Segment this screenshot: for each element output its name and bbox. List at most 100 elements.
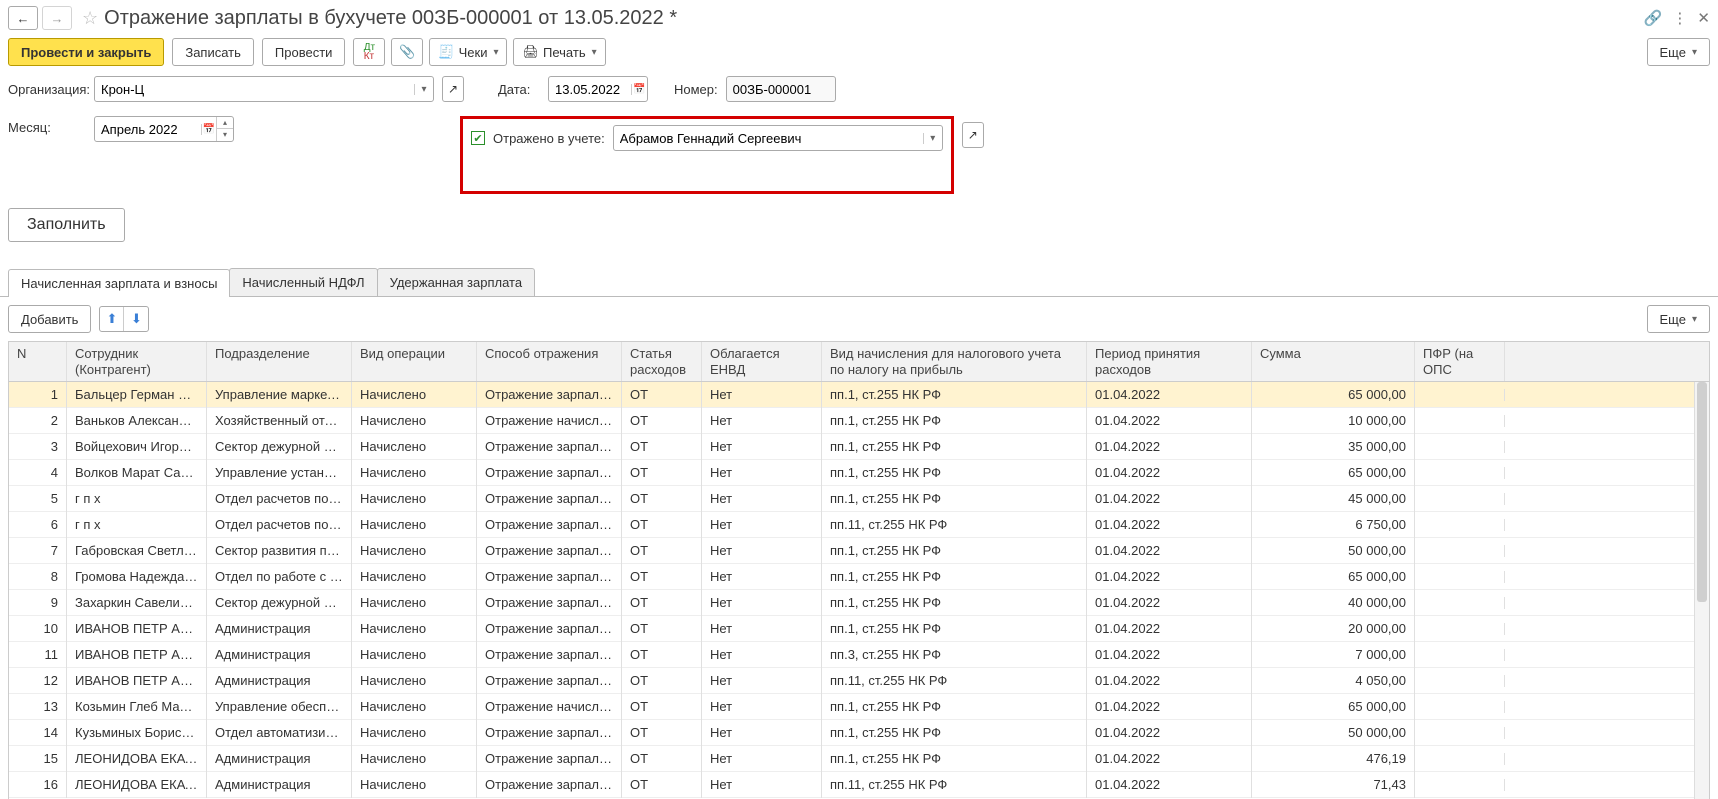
fill-button[interactable]: Заполнить <box>8 208 125 242</box>
vertical-scrollbar[interactable] <box>1694 382 1709 799</box>
cell-tax: пп.1, ст.255 НК РФ <box>822 615 1087 642</box>
table-row[interactable]: 16ЛЕОНИДОВА ЕКАТЕ...АдминистрацияНачисле… <box>9 772 1694 798</box>
table-row[interactable]: 15ЛЕОНИДОВА ЕКАТЕ...АдминистрацияНачисле… <box>9 746 1694 772</box>
calendar-icon[interactable]: 📅 <box>631 84 647 95</box>
col-period[interactable]: Период принятия расходов <box>1087 342 1252 381</box>
date-field[interactable]: 📅 <box>548 76 648 102</box>
cell-tax: пп.1, ст.255 НК РФ <box>822 433 1087 460</box>
cell-sum: 65 000,00 <box>1252 459 1415 486</box>
tab-accrued-ndfl[interactable]: Начисленный НДФЛ <box>229 268 377 296</box>
cell-op: Начислено <box>352 459 477 486</box>
table-row[interactable]: 12ИВАНОВ ПЕТР АНД...АдминистрацияНачисле… <box>9 668 1694 694</box>
chevron-down-icon[interactable]: ▾ <box>923 133 942 144</box>
write-button[interactable]: Записать <box>172 38 254 66</box>
cell-exp: ОТ <box>622 511 702 538</box>
cell-ref: Отражение зарпалты... <box>477 641 622 668</box>
org-input[interactable] <box>95 77 414 101</box>
post-and-close-button[interactable]: Провести и закрыть <box>8 38 164 66</box>
cell-emp: ЛЕОНИДОВА ЕКАТЕ... <box>67 771 207 798</box>
favorite-star-icon[interactable]: ☆ <box>82 8 98 29</box>
table-row[interactable]: 13Козьмин Глеб Матве...Управление обеспе… <box>9 694 1694 720</box>
cell-n: 8 <box>9 563 67 590</box>
cell-op: Начислено <box>352 485 477 512</box>
col-employee[interactable]: Сотрудник (Контрагент) <box>67 342 207 381</box>
table-row[interactable]: 3Войцехович Игорь Б...Сектор дежурной сл… <box>9 434 1694 460</box>
cell-tax: пп.1, ст.255 НК РФ <box>822 485 1087 512</box>
table-row[interactable]: 1Бальцер Герман Эду...Управление маркети… <box>9 382 1694 408</box>
tab-accrued-salary[interactable]: Начисленная зарплата и взносы <box>8 269 230 297</box>
checks-button[interactable]: 🧾 Чеки <box>429 38 507 66</box>
table-row[interactable]: 7Габровская Светлана...Сектор развития п… <box>9 538 1694 564</box>
cell-sum: 40 000,00 <box>1252 589 1415 616</box>
cell-dep: Администрация <box>207 641 352 668</box>
table-row[interactable]: 5г п хОтдел расчетов по о...НачисленоОтр… <box>9 486 1694 512</box>
table-row[interactable]: 9Захаркин Савелий П...Сектор дежурной сл… <box>9 590 1694 616</box>
month-input[interactable] <box>95 117 201 141</box>
cell-dep: Отдел по работе с пе... <box>207 563 352 590</box>
table-row[interactable]: 10ИВАНОВ ПЕТР АНД...АдминистрацияНачисле… <box>9 616 1694 642</box>
accountant-open-button[interactable]: ↗ <box>962 122 984 148</box>
table-row[interactable]: 11ИВАНОВ ПЕТР АНД...АдминистрацияНачисле… <box>9 642 1694 668</box>
month-down-icon[interactable]: ▾ <box>217 129 233 141</box>
table-row[interactable]: 6г п хОтдел расчетов по о...НачисленоОтр… <box>9 512 1694 538</box>
table-row[interactable]: 8Громова Надежда П...Отдел по работе с п… <box>9 564 1694 590</box>
cell-emp: Войцехович Игорь Б... <box>67 433 207 460</box>
cell-exp: ОТ <box>622 407 702 434</box>
cell-pfr <box>1415 415 1505 427</box>
col-expense-item[interactable]: Статья расходов <box>622 342 702 381</box>
cell-emp: Бальцер Герман Эду... <box>67 382 207 408</box>
cell-envd: Нет <box>702 407 822 434</box>
col-department[interactable]: Подразделение <box>207 342 352 381</box>
col-reflection[interactable]: Способ отражения <box>477 342 622 381</box>
org-field[interactable]: ▾ <box>94 76 434 102</box>
table-row[interactable]: 4Волков Марат Савел...Управление установ… <box>9 460 1694 486</box>
print-button[interactable]: 🖨 Печать <box>513 38 605 66</box>
dt-kt-button[interactable]: ДтКт <box>353 38 385 66</box>
post-button[interactable]: Провести <box>262 38 346 66</box>
org-open-button[interactable]: ↗ <box>442 76 464 102</box>
month-field[interactable]: 📅 ▴ ▾ <box>94 116 234 142</box>
col-envd[interactable]: Облагается ЕНВД <box>702 342 822 381</box>
link-icon[interactable]: 🔗 <box>1644 9 1663 27</box>
table-row[interactable]: 14Кузьминых Борис Се...Отдел автоматизир… <box>9 720 1694 746</box>
open-icon: ↗ <box>448 82 458 96</box>
cell-emp: г п х <box>67 485 207 512</box>
col-tax-accrual[interactable]: Вид начисления для налогового учета по н… <box>822 342 1087 381</box>
cell-n: 6 <box>9 511 67 538</box>
date-input[interactable] <box>549 77 631 101</box>
chevron-down-icon[interactable]: ▾ <box>414 84 433 95</box>
add-row-button[interactable]: Добавить <box>8 305 91 333</box>
arrow-up-icon[interactable]: ⬆ <box>100 307 124 331</box>
more-button[interactable]: Еще <box>1647 38 1710 66</box>
cell-n: 1 <box>9 382 67 408</box>
kebab-menu-icon[interactable]: ⋮ <box>1672 9 1687 27</box>
nav-forward-button[interactable]: → <box>42 6 72 30</box>
cell-tax: пп.1, ст.255 НК РФ <box>822 745 1087 772</box>
col-sum[interactable]: Сумма <box>1252 342 1415 381</box>
scrollbar-thumb[interactable] <box>1697 382 1707 602</box>
col-operation[interactable]: Вид операции <box>352 342 477 381</box>
accountant-field[interactable]: ▾ <box>613 125 943 151</box>
cell-pfr <box>1415 701 1505 713</box>
cell-envd: Нет <box>702 745 822 772</box>
tab-withheld-salary[interactable]: Удержанная зарплата <box>377 268 535 296</box>
month-up-icon[interactable]: ▴ <box>217 117 233 129</box>
table-row[interactable]: 2Ваньков Александр ...Хозяйственный отде… <box>9 408 1694 434</box>
table-more-button[interactable]: Еще <box>1647 305 1710 333</box>
col-pfr[interactable]: ПФР (на ОПС <box>1415 342 1505 381</box>
cell-dep: Управление маркети... <box>207 382 352 408</box>
cell-pfr <box>1415 623 1505 635</box>
arrow-down-icon[interactable]: ⬇ <box>124 307 148 331</box>
attachment-button[interactable]: 📎 <box>391 38 423 66</box>
col-n[interactable]: N <box>9 342 67 381</box>
cell-sum: 50 000,00 <box>1252 719 1415 746</box>
accountant-input[interactable] <box>614 126 923 150</box>
cell-envd: Нет <box>702 382 822 408</box>
number-input <box>727 77 835 101</box>
reflected-checkbox[interactable]: ✔ <box>471 131 485 145</box>
nav-back-button[interactable]: ← <box>8 6 38 30</box>
calendar-icon[interactable]: 📅 <box>201 124 216 135</box>
cell-ref: Отражение зарпалты... <box>477 667 622 694</box>
dt-kt-icon: ДтКт <box>364 43 375 61</box>
close-icon[interactable]: ✕ <box>1697 9 1710 27</box>
